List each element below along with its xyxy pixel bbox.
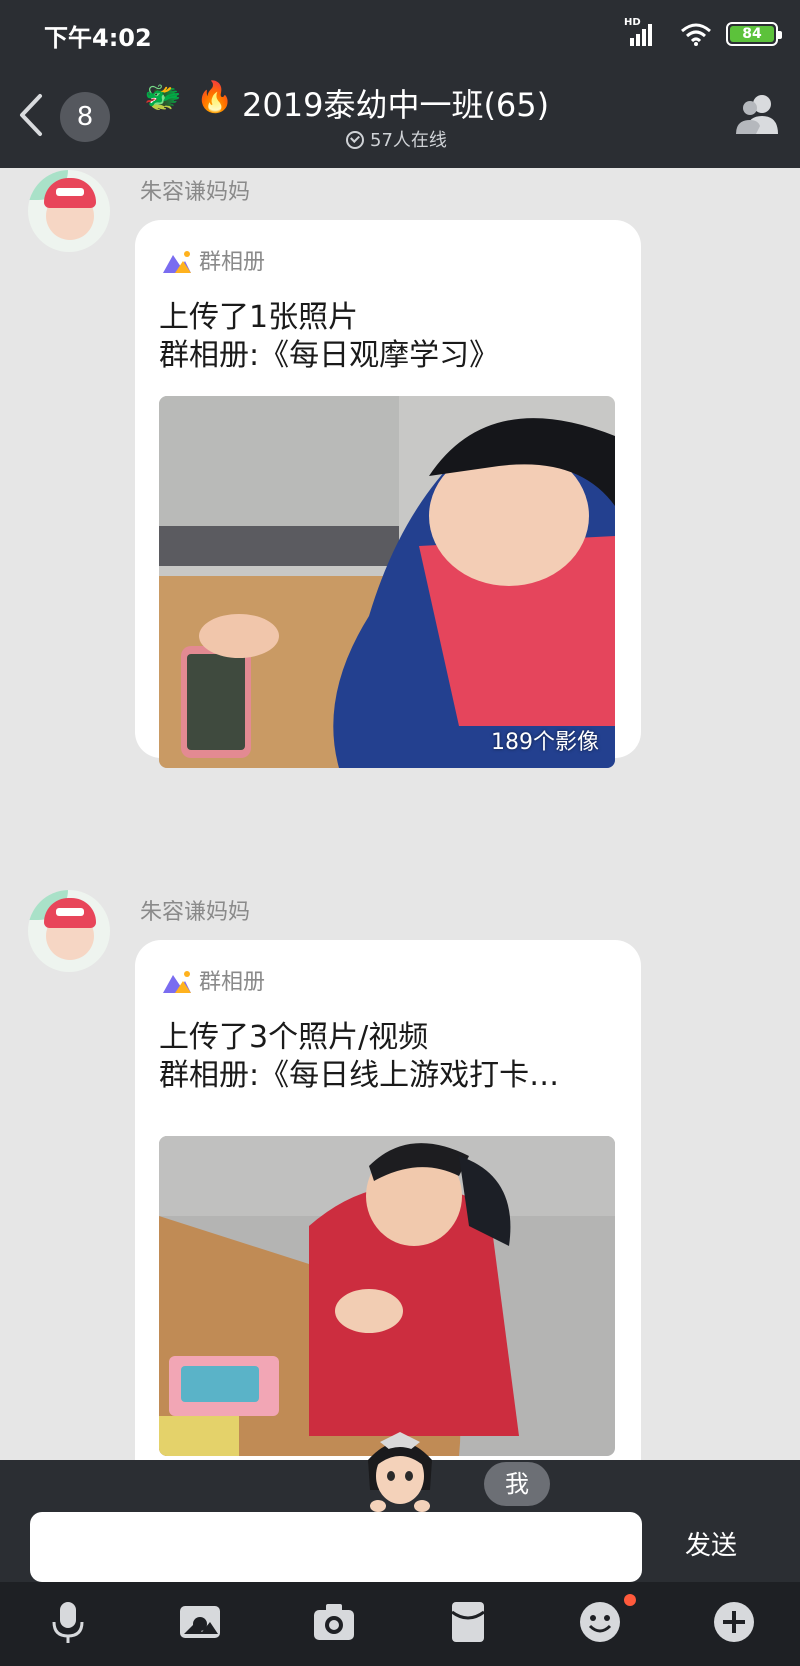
status-time: 下午4:02 xyxy=(44,24,152,52)
group-title: 2019泰幼中一班(65) xyxy=(242,86,550,124)
child-photo-image xyxy=(159,396,615,768)
gallery-icon[interactable] xyxy=(178,1600,222,1644)
assistant-avatar-icon[interactable] xyxy=(350,1430,450,1512)
dragon-emoji-icon: 🐲 xyxy=(144,80,182,115)
sender-avatar[interactable] xyxy=(28,170,110,252)
wifi-icon xyxy=(681,23,711,46)
chat-message: 朱容谦妈妈 群相册 上传了3个照片/视频 群相册:《每日线上游戏打卡… xyxy=(0,888,800,1460)
online-check-icon xyxy=(346,131,364,149)
status-icons: HD 84 xyxy=(620,0,800,66)
album-card[interactable]: 群相册 上传了3个照片/视频 群相册:《每日线上游戏打卡… xyxy=(135,940,641,1460)
me-bubble[interactable]: 我 xyxy=(484,1462,550,1506)
album-mountain-icon xyxy=(163,971,191,993)
album-card-header: 群相册 xyxy=(161,244,266,275)
signal-icon: HD xyxy=(624,17,658,46)
red-packet-icon[interactable] xyxy=(446,1600,490,1644)
battery-icon: 84 xyxy=(726,22,782,46)
battery-level: 84 xyxy=(742,26,762,42)
chat-message-list[interactable]: 朱容谦妈妈 群相册 上传了1张照片 群相册:《每日观摩学习》 189个影像 朱容… xyxy=(0,168,800,1460)
bottom-toolbar xyxy=(0,1582,800,1666)
sender-avatar[interactable] xyxy=(28,890,110,972)
message-input[interactable] xyxy=(30,1512,642,1582)
album-photo[interactable]: 189个影像 xyxy=(159,396,615,768)
album-mountain-icon xyxy=(163,251,191,273)
unread-count-badge[interactable]: 8 xyxy=(60,92,110,142)
album-name: 群相册:《每日线上游戏打卡… xyxy=(159,1058,560,1093)
album-card[interactable]: 群相册 上传了1张照片 群相册:《每日观摩学习》 189个影像 xyxy=(135,220,641,768)
chat-header: 8 🐲 🔥 2019泰幼中一班(65) 57人在线 xyxy=(0,66,800,168)
mic-icon[interactable] xyxy=(46,1600,90,1644)
album-name: 群相册:《每日观摩学习》 xyxy=(159,338,500,373)
child-photo-image xyxy=(159,1136,615,1456)
emoji-icon[interactable] xyxy=(578,1600,622,1644)
online-status[interactable]: 57人在线 xyxy=(346,126,447,152)
message-input-area: 我 发送 xyxy=(0,1432,800,1582)
album-label: 群相册 xyxy=(199,970,266,995)
back-arrow-icon[interactable] xyxy=(12,90,52,140)
sender-name: 朱容谦妈妈 xyxy=(140,900,251,925)
sender-name: 朱容谦妈妈 xyxy=(140,180,251,205)
network-type-label: HD xyxy=(624,17,641,28)
status-bar: 下午4:02 HD 84 xyxy=(0,0,800,66)
title-row: 🐲 🔥 2019泰幼中一班(65) xyxy=(140,78,580,124)
group-members-icon[interactable] xyxy=(734,92,782,136)
camera-icon[interactable] xyxy=(312,1600,356,1644)
album-card-header: 群相册 xyxy=(161,964,266,995)
notification-dot xyxy=(624,1594,636,1606)
online-count-text: 57人在线 xyxy=(370,130,447,151)
chat-message: 朱容谦妈妈 群相册 上传了1张照片 群相册:《每日观摩学习》 189个影像 xyxy=(0,168,800,808)
album-photo[interactable] xyxy=(159,1136,615,1456)
plus-icon[interactable] xyxy=(712,1600,756,1644)
album-label: 群相册 xyxy=(199,250,266,275)
photo-count: 189个影像 xyxy=(491,730,599,755)
fire-emoji-icon: 🔥 xyxy=(196,80,234,115)
send-button[interactable]: 发送 xyxy=(670,1524,752,1568)
